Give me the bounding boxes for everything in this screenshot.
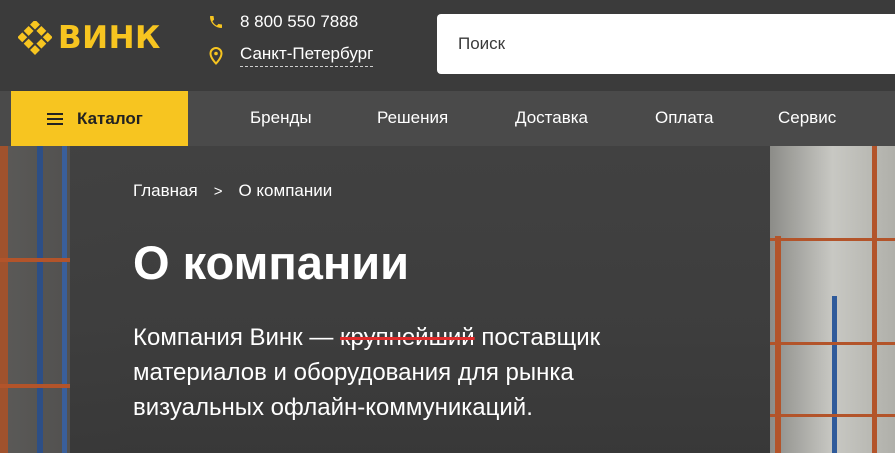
logo-mark-icon <box>18 21 52 55</box>
phone-icon <box>207 13 225 31</box>
hero-section: Главная > О компании О компании Компания… <box>0 146 895 453</box>
page-title: О компании <box>133 236 410 289</box>
rack-shelf <box>0 384 70 388</box>
rack-post <box>0 146 8 453</box>
search-input[interactable] <box>437 14 895 74</box>
nav-item-delivery[interactable]: Доставка <box>515 108 588 128</box>
rack-post <box>832 296 837 453</box>
lead-text-start: Компания Винк — <box>133 324 340 351</box>
phone-number[interactable]: 8 800 550 7888 <box>240 12 358 32</box>
struck-word: крупнейший <box>340 324 475 351</box>
breadcrumb: Главная > О компании <box>133 181 332 201</box>
rack-shelf <box>770 342 895 345</box>
menu-icon <box>47 112 63 125</box>
breadcrumb-current: О компании <box>238 181 333 200</box>
nav-item-solutions[interactable]: Решения <box>377 108 448 128</box>
catalog-button[interactable]: Каталог <box>11 91 188 146</box>
breadcrumb-home-link[interactable]: Главная <box>133 181 198 201</box>
nav-item-payment[interactable]: Оплата <box>655 108 713 128</box>
city-name[interactable]: Санкт-Петербург <box>240 44 374 67</box>
city-selector[interactable]: Санкт-Петербург <box>207 44 374 67</box>
chevron-right-icon: > <box>213 182 223 200</box>
phone-contact[interactable]: 8 800 550 7888 <box>207 12 358 32</box>
location-pin-icon <box>207 46 225 65</box>
main-nav: Каталог Бренды Решения Доставка Оплата С… <box>0 91 895 146</box>
top-header: ВИНК 8 800 550 7888 Санкт-Петербург <box>0 0 895 91</box>
logo-text: ВИНК <box>58 20 161 56</box>
rack-post <box>37 146 43 453</box>
rack-post <box>872 146 877 453</box>
rack-post <box>62 146 67 453</box>
logo[interactable]: ВИНК <box>18 18 161 58</box>
company-description: Компания Винк — крупнейший поставщик мат… <box>133 320 693 425</box>
catalog-label: Каталог <box>77 108 143 128</box>
nav-item-service[interactable]: Сервис <box>778 108 836 128</box>
rack-shelf <box>770 238 895 241</box>
nav-item-brands[interactable]: Бренды <box>250 108 312 128</box>
rack-shelf <box>770 414 895 417</box>
rack-shelf <box>0 258 70 262</box>
